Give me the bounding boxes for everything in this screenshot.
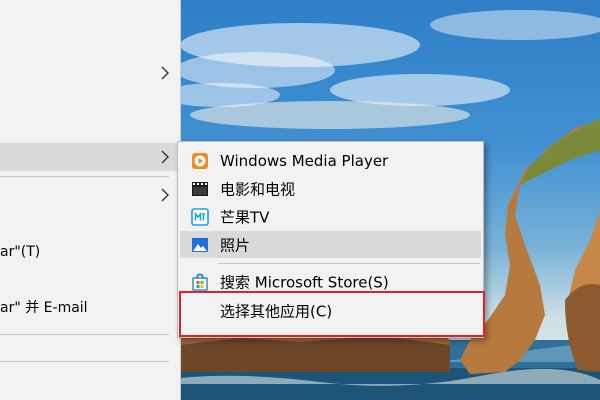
submenu-item-label: 芒果TV <box>220 208 270 226</box>
submenu-item-movies-tv[interactable]: 电影和电视 <box>180 175 481 202</box>
submenu-item-label: 搜索 Microsoft Store(S) <box>220 273 389 291</box>
menu-item-open-with[interactable] <box>0 143 181 171</box>
menu-separator <box>0 361 169 362</box>
submenu-item-photos[interactable]: 照片 <box>180 231 481 258</box>
movies-tv-icon <box>192 181 208 196</box>
chevron-right-icon <box>161 188 169 202</box>
chevron-right-icon <box>161 66 169 80</box>
highlight-annotation-box <box>179 291 485 337</box>
menu-item-compress-and-email[interactable]: ar" 并 E-mail <box>0 293 181 321</box>
store-bag-icon <box>192 273 208 291</box>
menu-item-submenu-3[interactable] <box>0 181 181 209</box>
submenu-item-label: Windows Media Player <box>220 151 389 170</box>
menu-separator <box>0 176 169 177</box>
submenu-separator <box>218 263 480 264</box>
photos-icon <box>192 237 208 252</box>
mango-tv-icon <box>191 207 209 226</box>
chevron-right-icon <box>161 150 169 164</box>
submenu-item-mango-tv[interactable]: 芒果TV <box>180 203 481 230</box>
menu-item-add-to-archive[interactable]: ar"(T) <box>0 238 181 266</box>
menu-item-label: ar"(T) <box>0 244 41 260</box>
menu-item-submenu-1[interactable] <box>0 59 181 87</box>
menu-separator <box>0 334 169 335</box>
submenu-item-windows-media-player[interactable]: Windows Media Player <box>180 147 481 174</box>
submenu-item-label: 照片 <box>220 236 251 254</box>
submenu-item-label: 电影和电视 <box>220 180 296 198</box>
context-menu: ar"(T) ar" 并 E-mail <box>0 0 181 400</box>
windows-media-player-icon <box>192 152 208 169</box>
screen: ar"(T) ar" 并 E-mail Windows Media Player <box>0 0 600 400</box>
menu-item-label: ar" 并 E-mail <box>0 300 88 316</box>
